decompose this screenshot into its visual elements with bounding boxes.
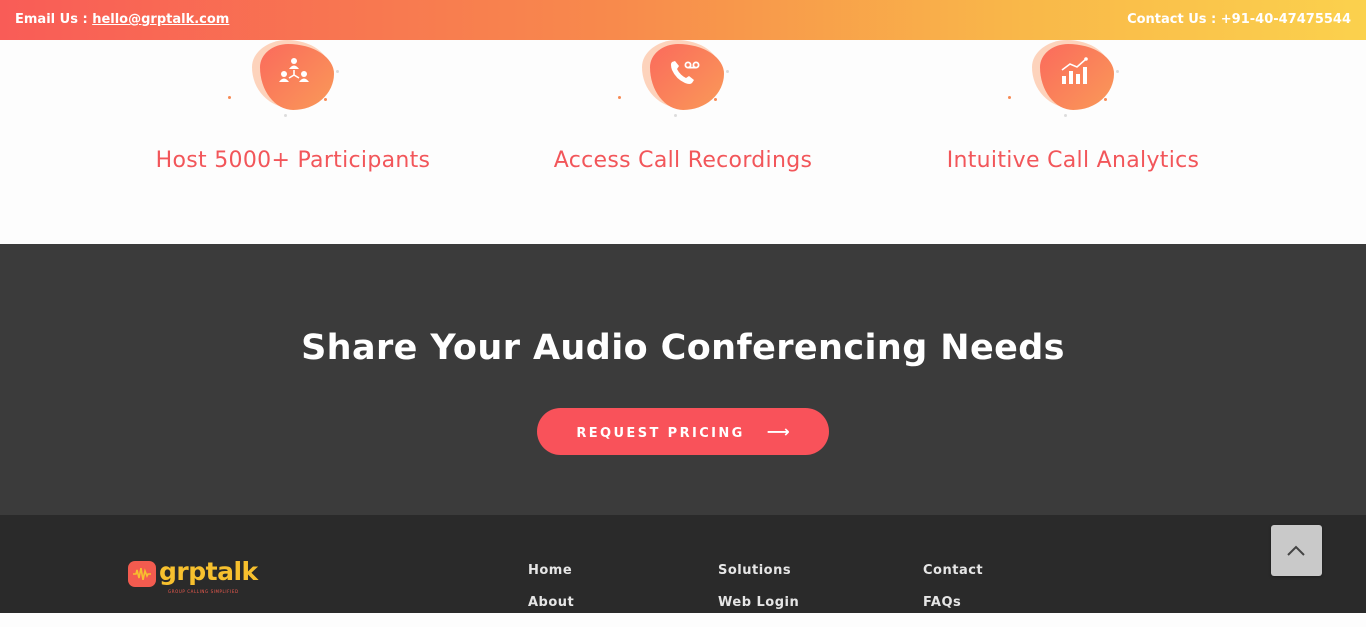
feature-title: Host 5000+ Participants [155,148,431,173]
feature-participants: Host 5000+ Participants [93,40,493,173]
footer-link-about[interactable]: About [528,595,574,627]
back-to-top-button[interactable] [1271,525,1322,576]
contact-phone: Contact Us : +91-40-47475544 [1127,12,1351,27]
logo-tagline: GROUP CALLING SIMPLIFIED [168,589,239,594]
footer-link-home[interactable]: Home [528,563,574,595]
footer: grptalk GROUP CALLING SIMPLIFIED Home Ab… [0,515,1366,613]
top-bar: Email Us : hello@grptalk.com Contact Us … [0,0,1366,40]
footer-link-solutions[interactable]: Solutions [718,563,799,595]
chevron-up-icon [1287,545,1305,556]
call-recording-icon [671,61,700,84]
cta-section: Share Your Audio Conferencing Needs REQU… [0,244,1366,515]
feature-icon-wrap [618,40,738,122]
cta-heading: Share Your Audio Conferencing Needs [301,328,1065,368]
feature-analytics: Intuitive Call Analytics [873,40,1273,173]
logo-wordmark: grptalk [159,557,258,586]
feature-icon-wrap [1008,40,1128,122]
request-pricing-label: REQUEST PRICING [576,426,745,441]
logo-mark-icon [128,561,156,587]
footer-link-contact[interactable]: Contact [923,563,983,595]
footer-column-2: Solutions Web Login [718,563,799,627]
email-info: Email Us : hello@grptalk.com [15,12,229,27]
feature-icon-wrap [228,40,348,122]
features-section: Host 5000+ Participants Access Call Reco… [0,40,1366,244]
participants-icon [279,58,309,82]
footer-link-faqs[interactable]: FAQs [923,595,983,627]
feature-recordings: Access Call Recordings [483,40,883,173]
analytics-icon [1061,57,1088,84]
feature-title: Intuitive Call Analytics [946,148,1200,173]
email-link[interactable]: hello@grptalk.com [92,12,229,27]
footer-column-1: Home About [528,563,574,627]
feature-title: Access Call Recordings [553,148,813,173]
request-pricing-button[interactable]: REQUEST PRICING ⟶ [537,408,829,455]
footer-link-web-login[interactable]: Web Login [718,595,799,627]
arrow-right-icon: ⟶ [766,422,790,441]
footer-column-3: Contact FAQs [923,563,983,627]
email-label: Email Us : [15,12,93,27]
